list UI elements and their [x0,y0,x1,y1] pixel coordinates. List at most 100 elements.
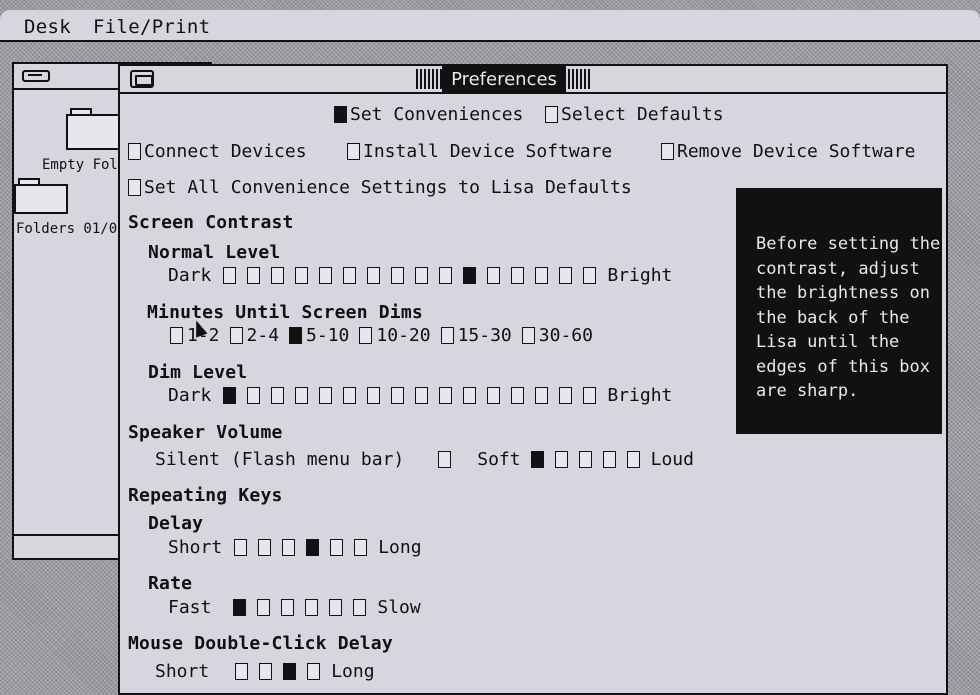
category-select-defaults[interactable]: Select Defaults [545,104,724,125]
menu-file-print[interactable]: File/Print [93,16,210,38]
radio-box[interactable] [545,106,558,123]
scale-left-label: Short [168,537,223,558]
folder-icon[interactable] [14,184,68,214]
setting-box[interactable] [583,387,597,404]
window-icon[interactable] [130,70,154,88]
setting-box[interactable] [463,267,477,284]
setting-box[interactable] [247,387,261,404]
radio-box[interactable] [229,327,243,344]
menu-desk[interactable]: Desk [24,16,71,38]
setting-box[interactable] [259,663,273,680]
setting-box[interactable] [319,267,333,284]
setting-box[interactable] [535,387,549,404]
radio-box[interactable] [521,327,535,344]
window-title: Preferences [442,66,566,92]
setting-box[interactable] [439,387,453,404]
scale-right-label: Long [378,537,422,558]
setting-box[interactable] [223,387,237,404]
setting-box[interactable] [511,387,525,404]
setting-box[interactable] [354,539,368,556]
setting-box[interactable] [559,267,573,284]
radio-box[interactable] [359,327,373,344]
setting-box[interactable] [307,663,321,680]
setting-box[interactable] [439,267,453,284]
setting-box[interactable] [257,599,271,616]
setting-box[interactable] [305,599,319,616]
setting-box[interactable] [415,387,429,404]
category-label: Install Device Software [363,141,613,162]
setting-box[interactable] [554,451,568,468]
setting-box[interactable] [235,663,249,680]
setting-box[interactable] [583,267,597,284]
setting-box[interactable] [330,539,344,556]
setting-box[interactable] [343,267,357,284]
setting-box[interactable] [271,387,285,404]
minutes-option[interactable]: 2-4 [229,325,279,346]
category-set-conveniences[interactable]: Set Conveniences [334,104,523,125]
preferences-titlebar[interactable]: Preferences [120,66,946,94]
folder-label[interactable]: Empty Fol [42,157,118,173]
setting-box[interactable] [487,387,501,404]
radio-box[interactable] [170,327,183,344]
setting-box[interactable] [306,539,320,556]
setting-box[interactable] [247,267,261,284]
setting-box[interactable] [233,599,247,616]
category-install-device-software[interactable]: Install Device Software [347,141,612,162]
setting-box[interactable] [281,599,295,616]
setting-box[interactable] [295,267,309,284]
setting-box[interactable] [487,267,501,284]
speaker-volume-scale: Silent (Flash menu bar) Soft Loud [155,449,694,470]
radio-box[interactable] [347,143,360,160]
setting-box[interactable] [282,539,296,556]
setting-box[interactable] [319,387,333,404]
setting-box[interactable] [530,451,544,468]
setting-box[interactable] [223,267,237,284]
speaker-volume-boxes [530,451,651,468]
disk-icon[interactable] [22,70,50,82]
setting-box[interactable] [258,539,272,556]
category-remove-device-software[interactable]: Remove Device Software [661,141,915,162]
radio-box[interactable] [128,179,141,196]
screen-contrast-heading: Screen Contrast [128,212,294,233]
minutes-dims-options: 1-2 2-4 5-10 10-20 15-30 30-60 [170,325,603,346]
setting-box[interactable] [283,663,297,680]
radio-box[interactable] [128,143,141,160]
category-set-all-defaults[interactable]: Set All Convenience Settings to Lisa Def… [128,177,632,198]
radio-box[interactable] [289,327,303,344]
setting-box[interactable] [295,387,309,404]
setting-box[interactable] [626,451,640,468]
category-connect-devices[interactable]: Connect Devices [128,141,307,162]
silent-label: Silent (Flash menu bar) [155,449,405,470]
setting-box[interactable] [353,599,367,616]
setting-box[interactable] [367,267,381,284]
setting-box[interactable] [367,387,381,404]
setting-box[interactable] [271,267,285,284]
category-label: Remove Device Software [677,141,916,162]
category-label: Select Defaults [561,104,724,125]
minutes-dims-heading: Minutes Until Screen Dims [147,302,423,323]
rate-boxes [233,599,377,616]
setting-box[interactable] [415,267,429,284]
setting-box[interactable] [391,267,405,284]
setting-box[interactable] [234,539,248,556]
setting-box[interactable] [559,387,573,404]
setting-box[interactable] [535,267,549,284]
normal-level-scale: Dark Bright [168,265,672,286]
setting-box[interactable] [463,387,477,404]
setting-box[interactable] [391,387,405,404]
minutes-option[interactable]: 15-30 [440,325,512,346]
minutes-option[interactable]: 30-60 [521,325,593,346]
radio-box[interactable] [334,106,347,123]
setting-box[interactable] [578,451,592,468]
setting-box[interactable] [343,387,357,404]
setting-box[interactable] [329,599,343,616]
radio-box[interactable] [661,143,674,160]
silent-option-box[interactable] [438,451,452,468]
minutes-option[interactable]: 5-10 [289,325,349,346]
folder-icon[interactable] [66,114,126,150]
radio-box[interactable] [440,327,454,344]
folder-label[interactable]: Folders 01/06 [16,221,126,237]
minutes-option[interactable]: 10-20 [359,325,431,346]
setting-box[interactable] [602,451,616,468]
setting-box[interactable] [511,267,525,284]
